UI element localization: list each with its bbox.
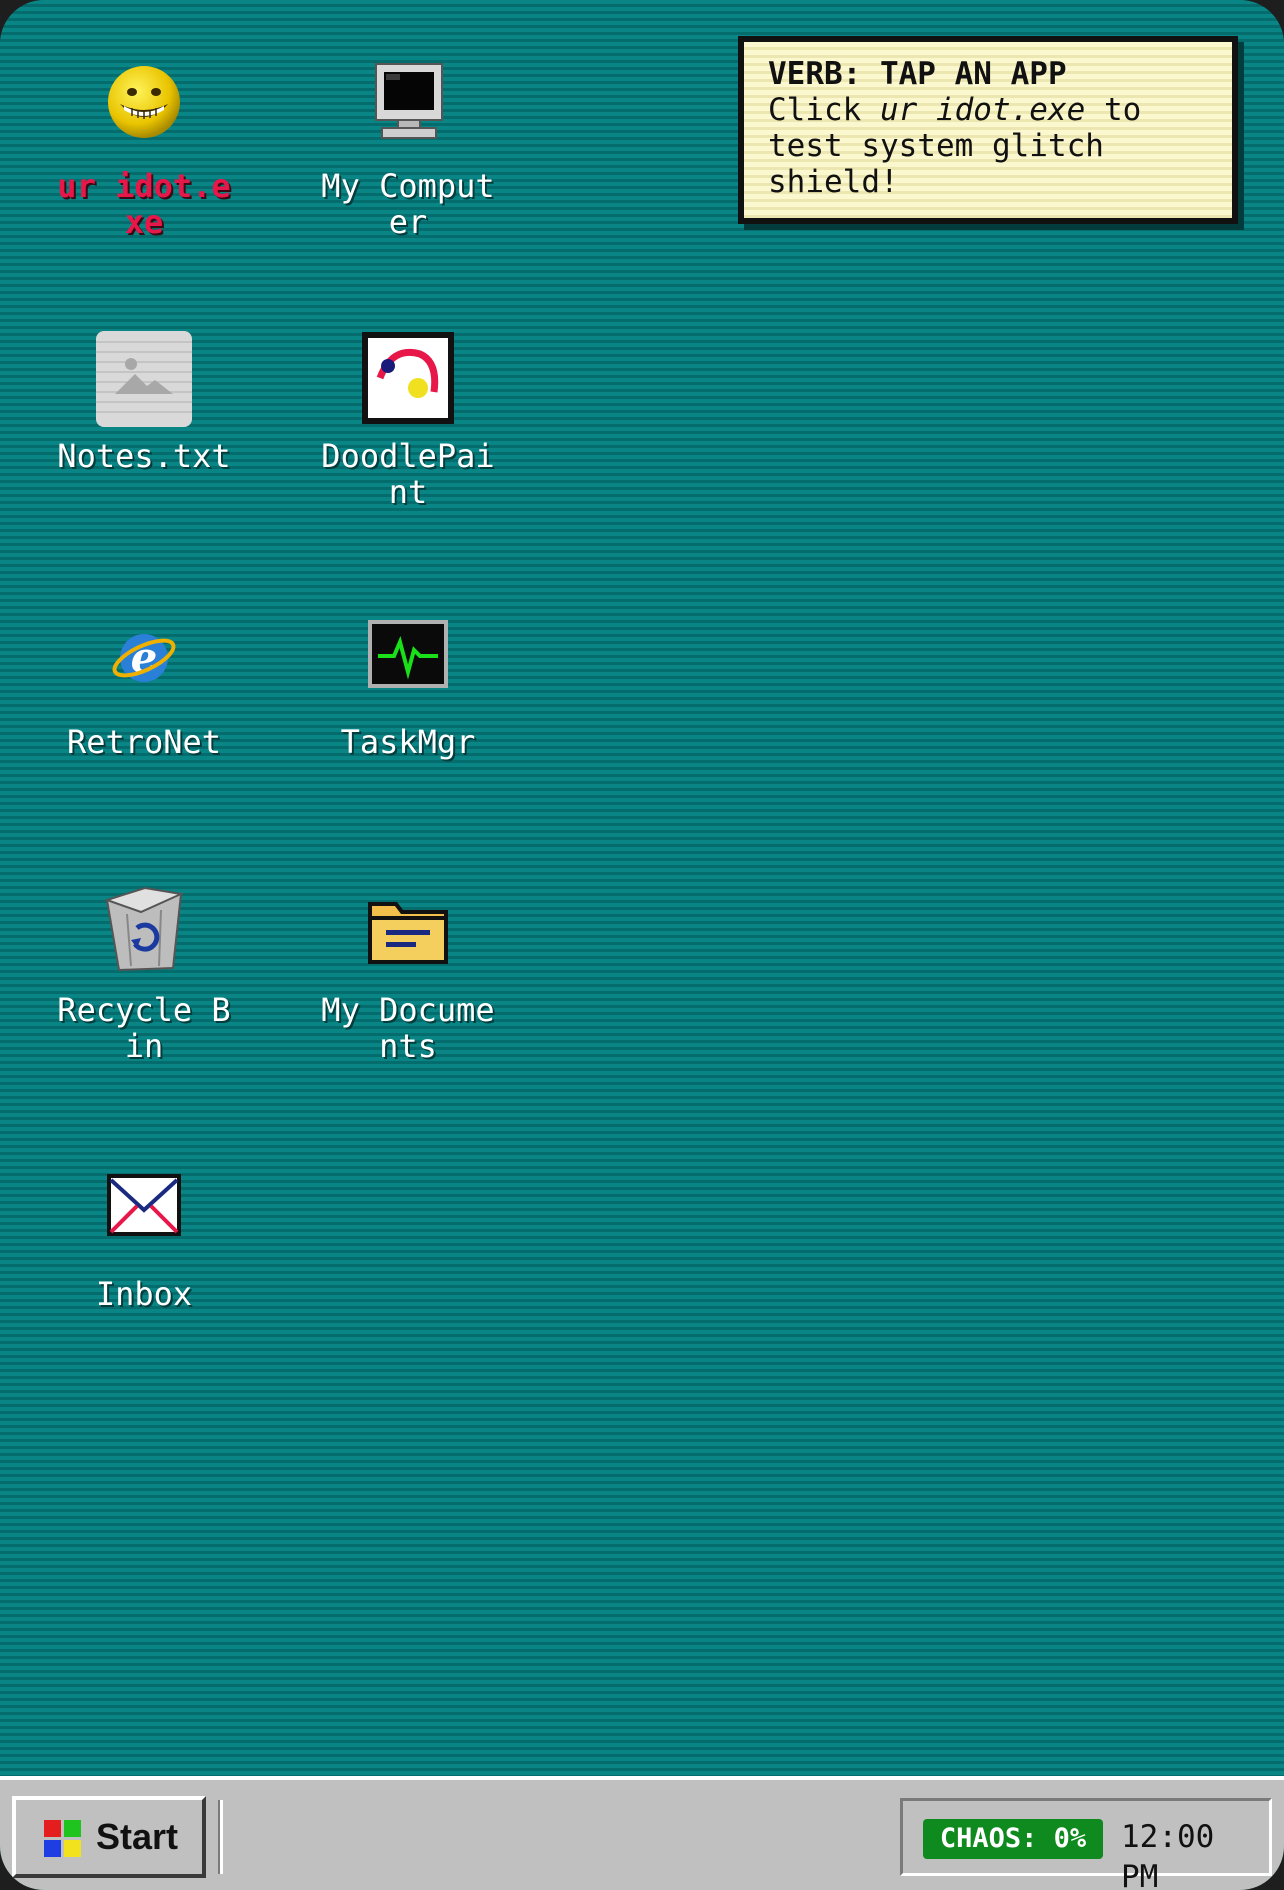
desktop-icon-label: Notes.txt — [57, 437, 231, 475]
computer-monitor-icon — [298, 60, 518, 160]
desktop-icon-inbox[interactable]: Inbox — [34, 1168, 254, 1312]
desktop-icon-taskmgr[interactable]: TaskMgr — [298, 616, 518, 760]
heartbeat-monitor-icon — [298, 616, 518, 716]
paint-canvas-icon — [298, 330, 518, 430]
desktop-icon-my-documents[interactable]: My Documents — [298, 884, 518, 1064]
hint-body: Click ur idot.exe to test system glitch … — [768, 92, 1208, 200]
taskbar-separator — [218, 1800, 223, 1874]
hint-body-emphasis: ur idot.exe — [879, 92, 1086, 128]
chaos-badge: CHAOS: 0% — [923, 1819, 1103, 1859]
smiley-face-icon — [34, 60, 254, 160]
desktop-icon-label: Inbox — [95, 1275, 193, 1313]
windows-logo-icon — [44, 1820, 82, 1862]
desktop-icon-label: TaskMgr — [340, 723, 476, 761]
recycle-bin-icon — [34, 884, 254, 984]
desktop-icon-doodlepaint[interactable]: DoodlePaint — [298, 330, 518, 510]
start-button[interactable]: Start — [12, 1796, 206, 1878]
desktop-icon-recycle-bin[interactable]: Recycle Bin — [34, 884, 254, 1064]
browser-globe-icon: e — [34, 616, 254, 716]
desktop-icon-retronet[interactable]: e RetroNet — [34, 616, 254, 760]
taskbar: Start CHAOS: 0% 12:00 PM — [0, 1776, 1284, 1890]
desktop-icon-label: My Documents — [321, 991, 495, 1065]
desktop-icon-ur-idot[interactable]: ur idot.exe — [34, 60, 254, 240]
envelope-icon — [34, 1168, 254, 1268]
clock[interactable]: 12:00 PM — [1121, 1817, 1269, 1890]
image-file-icon — [34, 330, 254, 430]
start-label: Start — [96, 1816, 179, 1857]
system-tray: CHAOS: 0% 12:00 PM — [900, 1798, 1272, 1890]
folder-icon — [298, 884, 518, 984]
desktop-icon-label: My Computer — [321, 167, 495, 241]
desktop-icon-notes[interactable]: Notes.txt — [34, 330, 254, 474]
desktop-icon-my-computer[interactable]: My Computer — [298, 60, 518, 240]
desktop-icon-label: RetroNet — [66, 723, 222, 761]
desktop-icon-label: Recycle Bin — [57, 991, 231, 1065]
hint-title: VERB: TAP AN APP — [768, 56, 1067, 92]
desktop-icon-label: DoodlePaint — [321, 437, 495, 511]
hint-note: VERB: TAP AN APP Click ur idot.exe to te… — [738, 36, 1238, 224]
desktop: ur idot.exe My Computer Notes.txt Doodle… — [0, 0, 1284, 1776]
screen: ur idot.exe My Computer Notes.txt Doodle… — [0, 0, 1284, 1890]
hint-body-prefix: Click — [768, 92, 880, 128]
desktop-icon-label: ur idot.exe — [57, 167, 231, 241]
